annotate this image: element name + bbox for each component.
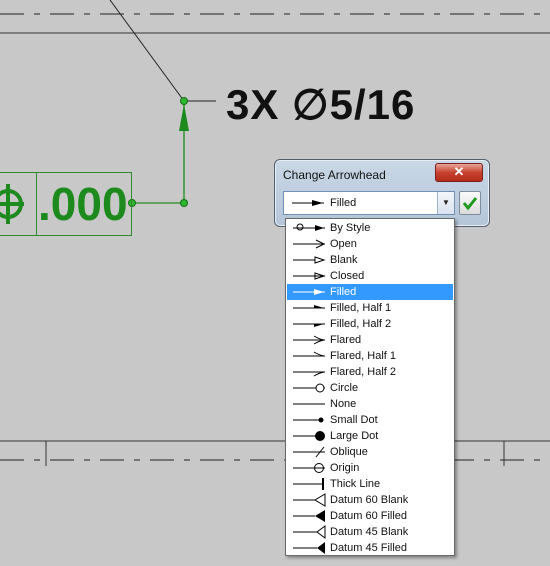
fcf-tolerance-value: .000 bbox=[38, 178, 128, 230]
arrowhead-option-datum-45-filled[interactable]: Datum 45 Filled bbox=[287, 540, 453, 556]
arrowhead-option-filled-half-2[interactable]: Filled, Half 2 bbox=[287, 316, 453, 332]
chevron-down-icon[interactable]: ▼ bbox=[437, 192, 454, 214]
by-style-icon bbox=[293, 223, 325, 231]
flared-half1-icon bbox=[293, 351, 325, 357]
arrowhead-option-origin[interactable]: Origin bbox=[287, 460, 453, 476]
arrowhead-option-label: By Style bbox=[330, 222, 371, 234]
arrowhead-option-label: Origin bbox=[330, 462, 360, 474]
arrowhead-option-closed[interactable]: Closed bbox=[287, 268, 453, 284]
ok-button[interactable] bbox=[459, 191, 481, 215]
datum-45-blank-icon bbox=[293, 525, 326, 539]
change-arrowhead-dialog: Change Arrowhead ✕ Filled ▼ bbox=[274, 159, 490, 227]
arrowhead-option-label: Oblique bbox=[330, 446, 368, 458]
position-symbol-icon bbox=[0, 184, 24, 224]
origin-icon bbox=[293, 463, 325, 473]
arrowhead-option-circle[interactable]: Circle bbox=[287, 380, 453, 396]
arrowhead-option-label: Large Dot bbox=[330, 430, 379, 442]
oblique-icon bbox=[293, 446, 325, 458]
arrowhead-dropdown-list: By Style Open Blank Closed Filled Filled, Hal… bbox=[285, 218, 455, 556]
arrowhead-option-label: Datum 45 Blank bbox=[330, 526, 409, 538]
arrowhead-option-label: Filled bbox=[330, 286, 357, 298]
arrowhead-option-label: Filled, Half 1 bbox=[330, 302, 392, 314]
arrowhead-option-large-dot[interactable]: Large Dot bbox=[287, 428, 453, 444]
small-dot-icon bbox=[293, 417, 324, 423]
arrowhead-option-label: Closed bbox=[330, 270, 365, 282]
closed-arrow-icon bbox=[293, 272, 326, 280]
datum-60-filled-icon bbox=[293, 510, 325, 522]
arrowhead-option-label: Open bbox=[330, 238, 357, 250]
checkmark-icon bbox=[462, 197, 478, 211]
hole-dimension-text: 3X ∅5/16 bbox=[226, 81, 416, 128]
arrowhead-option-filled[interactable]: Filled bbox=[287, 284, 453, 300]
filled-arrow-icon bbox=[292, 200, 324, 206]
arrowhead-option-open[interactable]: Open bbox=[287, 236, 453, 252]
datum-60-blank-icon bbox=[293, 493, 326, 507]
arrowhead-option-label: Datum 60 Filled bbox=[330, 510, 408, 522]
arrowhead-option-label: Datum 45 Filled bbox=[330, 542, 408, 554]
open-arrow-icon bbox=[293, 239, 326, 249]
arrowhead-option-flared-half-2[interactable]: Flared, Half 2 bbox=[287, 364, 453, 380]
arrowhead-option-label: Flared, Half 1 bbox=[330, 350, 397, 362]
arrowhead-option-small-dot[interactable]: Small Dot bbox=[287, 412, 453, 428]
arrowhead-option-oblique[interactable]: Oblique bbox=[287, 444, 453, 460]
circle-icon bbox=[293, 383, 325, 393]
arrowhead-option-filled-half-1[interactable]: Filled, Half 1 bbox=[287, 300, 453, 316]
filled-half1-icon bbox=[293, 305, 325, 309]
arrowhead-option-by-style[interactable]: By Style bbox=[287, 220, 453, 236]
arrowhead-option-label: None bbox=[330, 398, 357, 410]
thick-line-icon bbox=[293, 478, 324, 490]
none-icon bbox=[293, 403, 325, 405]
blank-arrow-icon bbox=[293, 256, 326, 264]
flared-half2-icon bbox=[293, 371, 325, 377]
arrowhead-option-flared-half-1[interactable]: Flared, Half 1 bbox=[287, 348, 453, 364]
filled-arrow-icon bbox=[293, 289, 325, 295]
arrowhead-select-value: Filled bbox=[330, 197, 357, 209]
arrowhead-option-none[interactable]: None bbox=[287, 396, 453, 412]
arrowhead-option-label: Filled, Half 2 bbox=[330, 318, 392, 330]
close-button[interactable]: ✕ bbox=[435, 163, 483, 182]
large-dot-icon bbox=[293, 431, 325, 441]
arrowhead-option-datum-60-blank[interactable]: Datum 60 Blank bbox=[287, 492, 453, 508]
arrowhead-option-label: Flared, Half 2 bbox=[330, 366, 397, 378]
arrowhead-option-label: Flared bbox=[330, 334, 362, 346]
arrowhead-option-label: Thick Line bbox=[330, 478, 381, 490]
filled-half2-icon bbox=[293, 323, 325, 327]
flared-arrow-icon bbox=[293, 335, 325, 345]
arrowhead-option-datum-60-filled[interactable]: Datum 60 Filled bbox=[287, 508, 453, 524]
arrowhead-option-label: Small Dot bbox=[330, 414, 378, 426]
arrowhead-option-datum-45-blank[interactable]: Datum 45 Blank bbox=[287, 524, 453, 540]
arrowhead-option-label: Datum 60 Blank bbox=[330, 494, 409, 506]
arrowhead-option-label: Circle bbox=[330, 382, 359, 394]
datum-45-filled-icon bbox=[293, 542, 325, 554]
arrowhead-option-flared[interactable]: Flared bbox=[287, 332, 453, 348]
arrowhead-option-blank[interactable]: Blank bbox=[287, 252, 453, 268]
arrowhead-option-thick-line[interactable]: Thick Line bbox=[287, 476, 453, 492]
dialog-title: Change Arrowhead bbox=[283, 168, 386, 182]
arrowhead-option-label: Blank bbox=[330, 254, 358, 266]
arrowhead-select[interactable]: Filled ▼ bbox=[283, 191, 455, 215]
